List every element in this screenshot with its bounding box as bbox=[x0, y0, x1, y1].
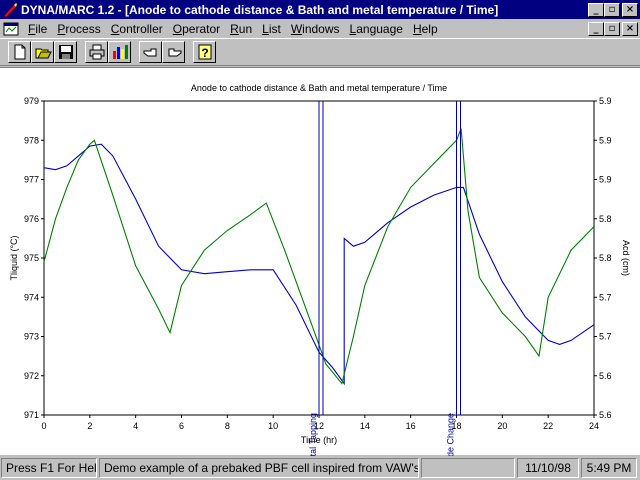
y2-tick-label: 5.9 bbox=[599, 175, 612, 185]
toolbar: ? bbox=[0, 38, 640, 66]
chart-title: Anode to cathode distance & Bath and met… bbox=[191, 83, 447, 93]
y2-tick-label: 5.7 bbox=[599, 292, 612, 302]
app-icon[interactable] bbox=[2, 2, 18, 18]
hand-point-right-icon bbox=[168, 48, 181, 57]
x-tick-label: 2 bbox=[87, 421, 92, 431]
title-bar: DYNA/MARC 1.2 - [Anode to cathode distan… bbox=[0, 0, 640, 19]
status-help: Press F1 For Help bbox=[1, 458, 97, 478]
chart-panel: Anode to cathode distance & Bath and met… bbox=[0, 67, 640, 473]
chart-icon bbox=[112, 45, 128, 59]
chart-button[interactable] bbox=[108, 41, 131, 63]
x-tick-label: 0 bbox=[41, 421, 46, 431]
status-message: Demo example of a prebaked PBF cell insp… bbox=[99, 458, 419, 478]
x-tick-label: 6 bbox=[179, 421, 184, 431]
y-tick-label: 973 bbox=[24, 332, 39, 342]
print-button[interactable] bbox=[85, 41, 108, 63]
event-label: Metal Tapping bbox=[308, 413, 318, 456]
save-icon bbox=[58, 45, 73, 59]
child-restore-button[interactable]: ▫ bbox=[604, 21, 620, 36]
menu-controller[interactable]: Controller bbox=[106, 22, 168, 36]
y2-axis-label: Acd (cm) bbox=[621, 240, 631, 276]
help-button[interactable]: ? bbox=[193, 41, 216, 63]
menu-process[interactable]: Process bbox=[52, 22, 105, 36]
y-tick-label: 978 bbox=[24, 135, 39, 145]
window-title: DYNA/MARC 1.2 - [Anode to cathode distan… bbox=[21, 2, 499, 17]
y2-tick-label: 5.7 bbox=[599, 332, 612, 342]
save-button[interactable] bbox=[54, 41, 77, 63]
document-icon[interactable] bbox=[3, 22, 19, 36]
y-tick-label: 971 bbox=[24, 410, 39, 420]
menu-language[interactable]: Language bbox=[345, 22, 408, 36]
print-icon bbox=[89, 44, 104, 60]
x-axis-label: Time (hr) bbox=[301, 435, 337, 445]
x-tick-label: 14 bbox=[360, 421, 370, 431]
x-tick-label: 24 bbox=[589, 421, 599, 431]
y-tick-label: 979 bbox=[24, 96, 39, 106]
maximize-button[interactable]: ▫ bbox=[604, 2, 620, 17]
child-close-button[interactable]: × bbox=[622, 21, 638, 36]
close-button[interactable]: × bbox=[622, 2, 638, 17]
x-tick-label: 20 bbox=[497, 421, 507, 431]
y-axis-label: Tliquid (°C) bbox=[9, 235, 19, 280]
y2-tick-label: 5.8 bbox=[599, 253, 612, 263]
y2-tick-label: 5.6 bbox=[599, 410, 612, 420]
child-minimize-button[interactable]: _ bbox=[588, 21, 604, 36]
status-date: 11/10/98 bbox=[517, 458, 579, 478]
y-tick-label: 976 bbox=[24, 214, 39, 224]
chart: Anode to cathode distance & Bath and met… bbox=[9, 83, 631, 473]
x-tick-label: 4 bbox=[133, 421, 138, 431]
x-tick-label: 22 bbox=[543, 421, 553, 431]
new-button[interactable] bbox=[8, 41, 31, 63]
minimize-button[interactable]: _ bbox=[588, 2, 604, 17]
event-label: Anode Change bbox=[446, 413, 456, 456]
y2-tick-label: 5.9 bbox=[599, 96, 612, 106]
open-icon bbox=[35, 48, 52, 59]
status-bar: Press F1 For Help Demo example of a preb… bbox=[0, 456, 640, 480]
help-icon: ? bbox=[198, 44, 211, 60]
menu-help[interactable]: Help bbox=[408, 22, 443, 36]
y2-tick-label: 5.8 bbox=[599, 214, 612, 224]
status-time: 5:49 PM bbox=[581, 458, 637, 478]
y2-tick-label: 5.9 bbox=[599, 135, 612, 145]
y2-tick-label: 5.6 bbox=[599, 371, 612, 381]
y-tick-label: 977 bbox=[24, 175, 39, 185]
menu-file[interactable]: File bbox=[23, 22, 52, 36]
x-tick-label: 10 bbox=[268, 421, 278, 431]
menu-operator[interactable]: Operator bbox=[168, 22, 225, 36]
menu-list[interactable]: List bbox=[257, 22, 286, 36]
hand-left-button[interactable] bbox=[139, 41, 162, 63]
open-button[interactable] bbox=[31, 41, 54, 63]
new-icon bbox=[14, 44, 25, 60]
y-tick-label: 974 bbox=[24, 292, 39, 302]
svg-text:?: ? bbox=[201, 46, 208, 60]
menu-run[interactable]: Run bbox=[225, 22, 257, 36]
x-tick-label: 16 bbox=[406, 421, 416, 431]
status-empty bbox=[421, 458, 515, 478]
hand-point-left-icon bbox=[143, 48, 156, 57]
menu-bar: File Process Controller Operator Run Lis… bbox=[0, 19, 640, 38]
y-tick-label: 972 bbox=[24, 371, 39, 381]
hand-right-button[interactable] bbox=[162, 41, 185, 63]
menu-windows[interactable]: Windows bbox=[286, 22, 345, 36]
x-tick-label: 8 bbox=[225, 421, 230, 431]
y-tick-label: 975 bbox=[24, 253, 39, 263]
